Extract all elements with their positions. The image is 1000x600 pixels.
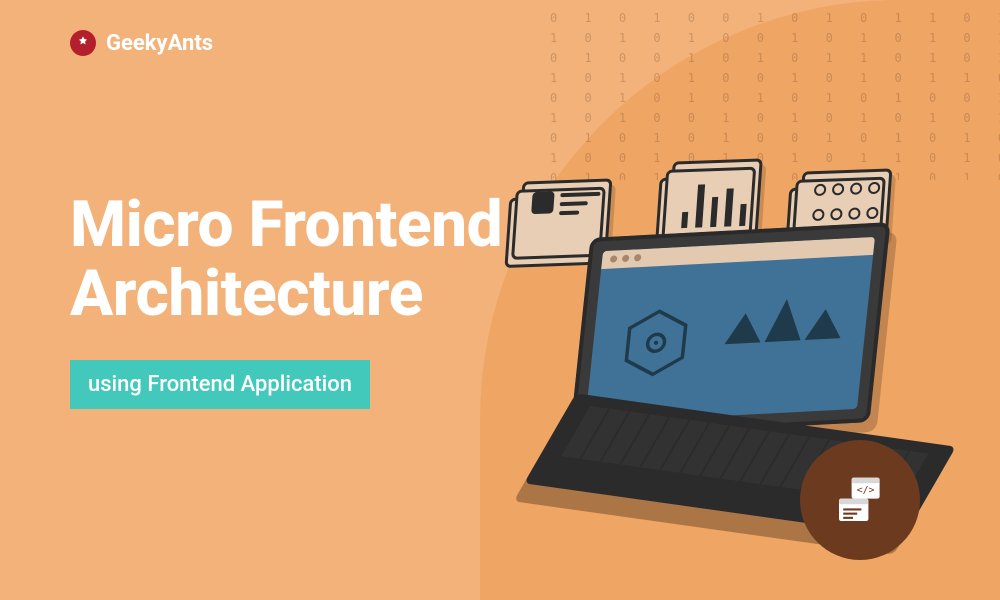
code-windows-badge-icon: </> — [800, 440, 920, 560]
page-title: Micro Frontend Architecture — [70, 190, 502, 328]
brand-name: GeekyAnts — [106, 31, 213, 56]
title-line-1: Micro Frontend — [70, 187, 502, 262]
title-line-2: Architecture — [70, 256, 423, 331]
hero-banner: 0 1 0 1 0 0 1 0 1 0 1 1 0 1 0 1 0 0 1 1 … — [0, 0, 1000, 600]
triangles-icon — [725, 278, 851, 344]
subtitle-text: using Frontend Application — [88, 372, 352, 397]
hexagon-icon — [617, 306, 694, 380]
subtitle-pill: using Frontend Application — [70, 360, 370, 409]
laptop-illustration: </> — [530, 190, 950, 550]
binary-pattern: 0 1 0 1 0 0 1 0 1 0 1 1 0 1 0 1 0 0 1 1 … — [540, 0, 1000, 180]
svg-text:</>: </> — [857, 485, 875, 496]
brand-logo: GeekyAnts — [70, 30, 213, 56]
laptop-screen — [585, 237, 875, 423]
brand-logo-mark-icon — [70, 30, 96, 56]
